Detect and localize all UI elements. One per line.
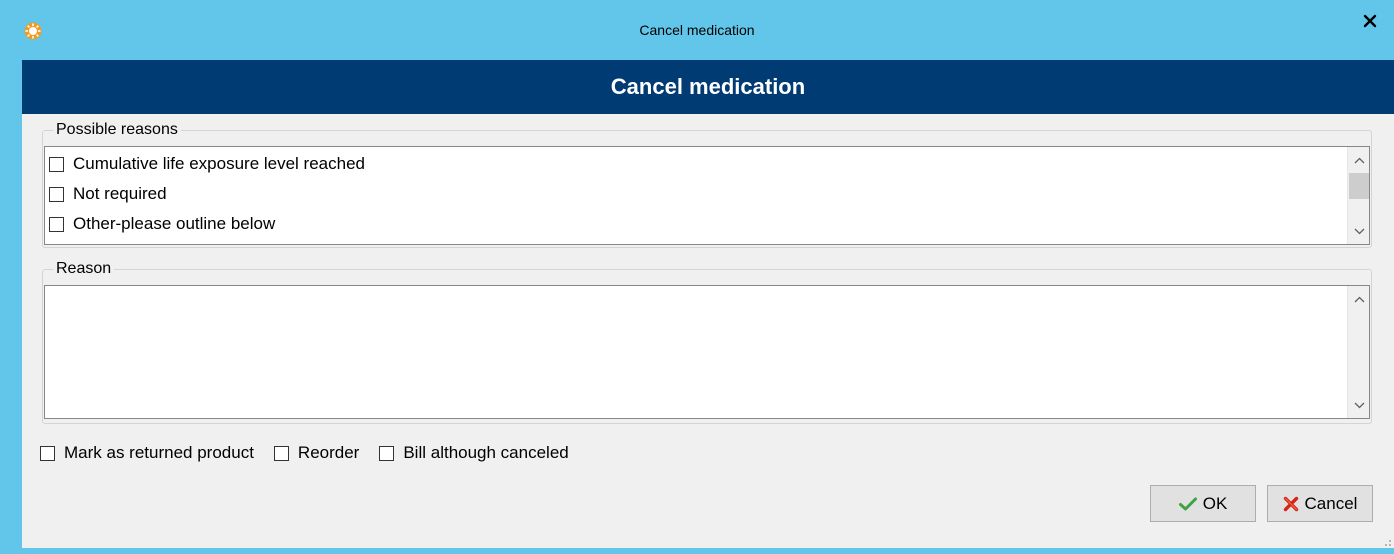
reasons-scrollbar[interactable] — [1347, 147, 1369, 244]
list-item[interactable]: Other-please outline below — [49, 209, 275, 239]
red-x-icon — [1283, 496, 1299, 512]
list-item[interactable]: Not required — [49, 179, 167, 209]
mark-returned-label: Mark as returned product — [64, 443, 254, 462]
checkbox[interactable] — [49, 156, 64, 172]
list-item[interactable]: Cumulative life exposure level reached — [49, 149, 365, 179]
close-button[interactable] — [1348, 10, 1392, 36]
reorder-option[interactable]: Reorder — [273, 443, 360, 463]
dialog-window: Cancel medication Cancel medication Poss… — [0, 0, 1394, 554]
scroll-down-button[interactable] — [1348, 394, 1370, 416]
reason-label: Reason — [53, 260, 115, 278]
bill-checkbox[interactable] — [379, 445, 395, 461]
checkbox[interactable] — [49, 216, 64, 232]
chevron-down-icon — [1354, 396, 1365, 414]
title-bar[interactable]: Cancel medication — [0, 0, 1394, 60]
chevron-up-icon — [1354, 290, 1365, 308]
cancel-label: Cancel — [1304, 493, 1358, 513]
cancel-button[interactable]: Cancel — [1267, 485, 1373, 522]
chevron-up-icon — [1354, 151, 1365, 169]
ok-label: OK — [1202, 493, 1228, 513]
scroll-down-button[interactable] — [1348, 220, 1369, 242]
reorder-checkbox[interactable] — [273, 445, 289, 461]
bill-although-canceled-option[interactable]: Bill although canceled — [379, 443, 569, 463]
options-row: Mark as returned product Reorder Bill al… — [40, 441, 589, 465]
window-title: Cancel medication — [639, 22, 755, 38]
scroll-thumb[interactable] — [1349, 173, 1369, 199]
list-item-partial[interactable] — [49, 239, 73, 244]
scroll-up-button[interactable] — [1348, 149, 1369, 171]
resize-grip-icon[interactable] — [1380, 534, 1392, 546]
list-item-label: Cumulative life exposure level reached — [73, 154, 365, 173]
chevron-down-icon — [1354, 222, 1365, 240]
header-banner: Cancel medication — [22, 60, 1394, 114]
list-item-label: Not required — [73, 184, 167, 203]
scroll-up-button[interactable] — [1348, 288, 1370, 310]
possible-reasons-label: Possible reasons — [53, 121, 181, 139]
reorder-label: Reorder — [297, 443, 360, 462]
reason-scrollbar[interactable] — [1347, 286, 1369, 418]
ok-button[interactable]: OK — [1150, 485, 1256, 522]
checkmark-icon — [1178, 497, 1197, 511]
page-title: Cancel medication — [610, 74, 806, 99]
dialog-client-area: Cancel medication Possible reasons Cumul… — [22, 60, 1394, 548]
close-icon — [1363, 14, 1377, 33]
mark-returned-option[interactable]: Mark as returned product — [40, 443, 254, 463]
reason-textarea[interactable] — [44, 285, 1370, 419]
possible-reasons-list[interactable]: Cumulative life exposure level reached N… — [44, 146, 1370, 245]
list-item-label: Other-please outline below — [73, 214, 276, 233]
bill-label: Bill although canceled — [403, 443, 569, 462]
checkbox[interactable] — [49, 186, 64, 202]
mark-returned-checkbox[interactable] — [40, 445, 55, 461]
